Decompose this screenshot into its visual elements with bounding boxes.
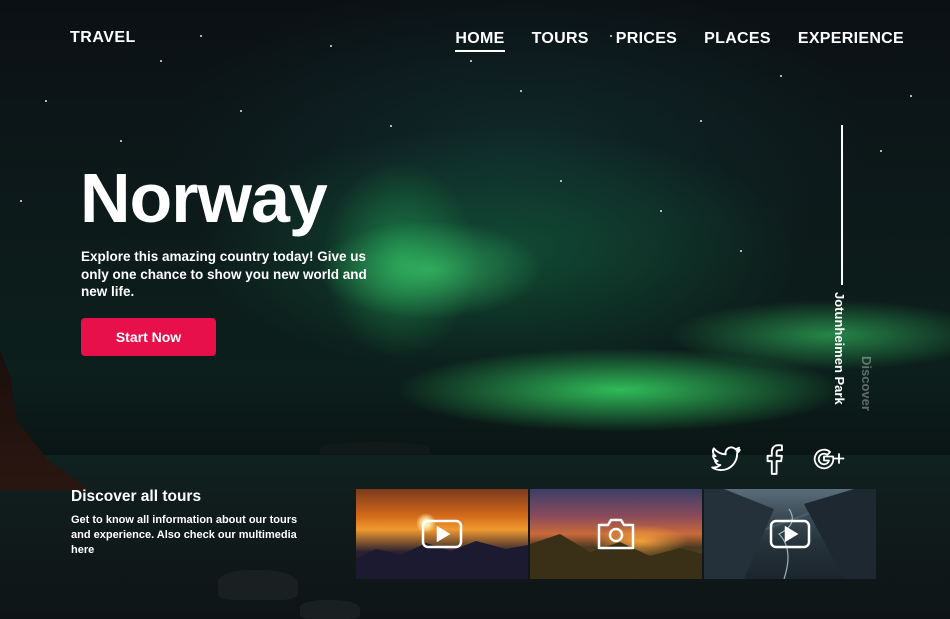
nav-item-experience[interactable]: EXPERIENCE bbox=[798, 30, 904, 52]
nav-item-tours[interactable]: TOURS bbox=[532, 30, 589, 52]
rock bbox=[300, 600, 360, 619]
main-nav: HOME TOURS PRICES PLACES EXPERIENCE bbox=[455, 30, 904, 52]
side-place-label[interactable]: Jotunheimen Park bbox=[832, 292, 847, 405]
hero-tagline: Explore this amazing country today! Give… bbox=[81, 249, 367, 299]
nav-item-home[interactable]: HOME bbox=[455, 30, 505, 52]
island bbox=[320, 442, 430, 454]
nav-item-places[interactable]: PLACES bbox=[704, 30, 771, 52]
tours-heading: Discover all tours bbox=[71, 488, 202, 505]
media-thumb-photo[interactable] bbox=[530, 489, 702, 579]
play-icon bbox=[421, 519, 463, 549]
side-divider bbox=[841, 125, 843, 285]
rock bbox=[218, 570, 298, 600]
google-plus-icon[interactable] bbox=[812, 442, 846, 476]
play-icon bbox=[769, 519, 811, 549]
twitter-icon[interactable] bbox=[709, 442, 743, 476]
tours-description: Get to know all information about our to… bbox=[71, 514, 298, 556]
camera-icon bbox=[597, 518, 635, 550]
nav-item-prices[interactable]: PRICES bbox=[616, 30, 677, 52]
hero-title: Norway bbox=[80, 159, 328, 237]
media-thumb-video-2[interactable] bbox=[704, 489, 876, 579]
side-discover-label[interactable]: Discover bbox=[859, 356, 874, 411]
start-now-button[interactable]: Start Now bbox=[81, 318, 216, 356]
media-thumb-video-1[interactable] bbox=[356, 489, 528, 579]
facebook-icon[interactable] bbox=[758, 442, 792, 476]
brand-logo[interactable]: TRAVEL bbox=[70, 29, 136, 47]
